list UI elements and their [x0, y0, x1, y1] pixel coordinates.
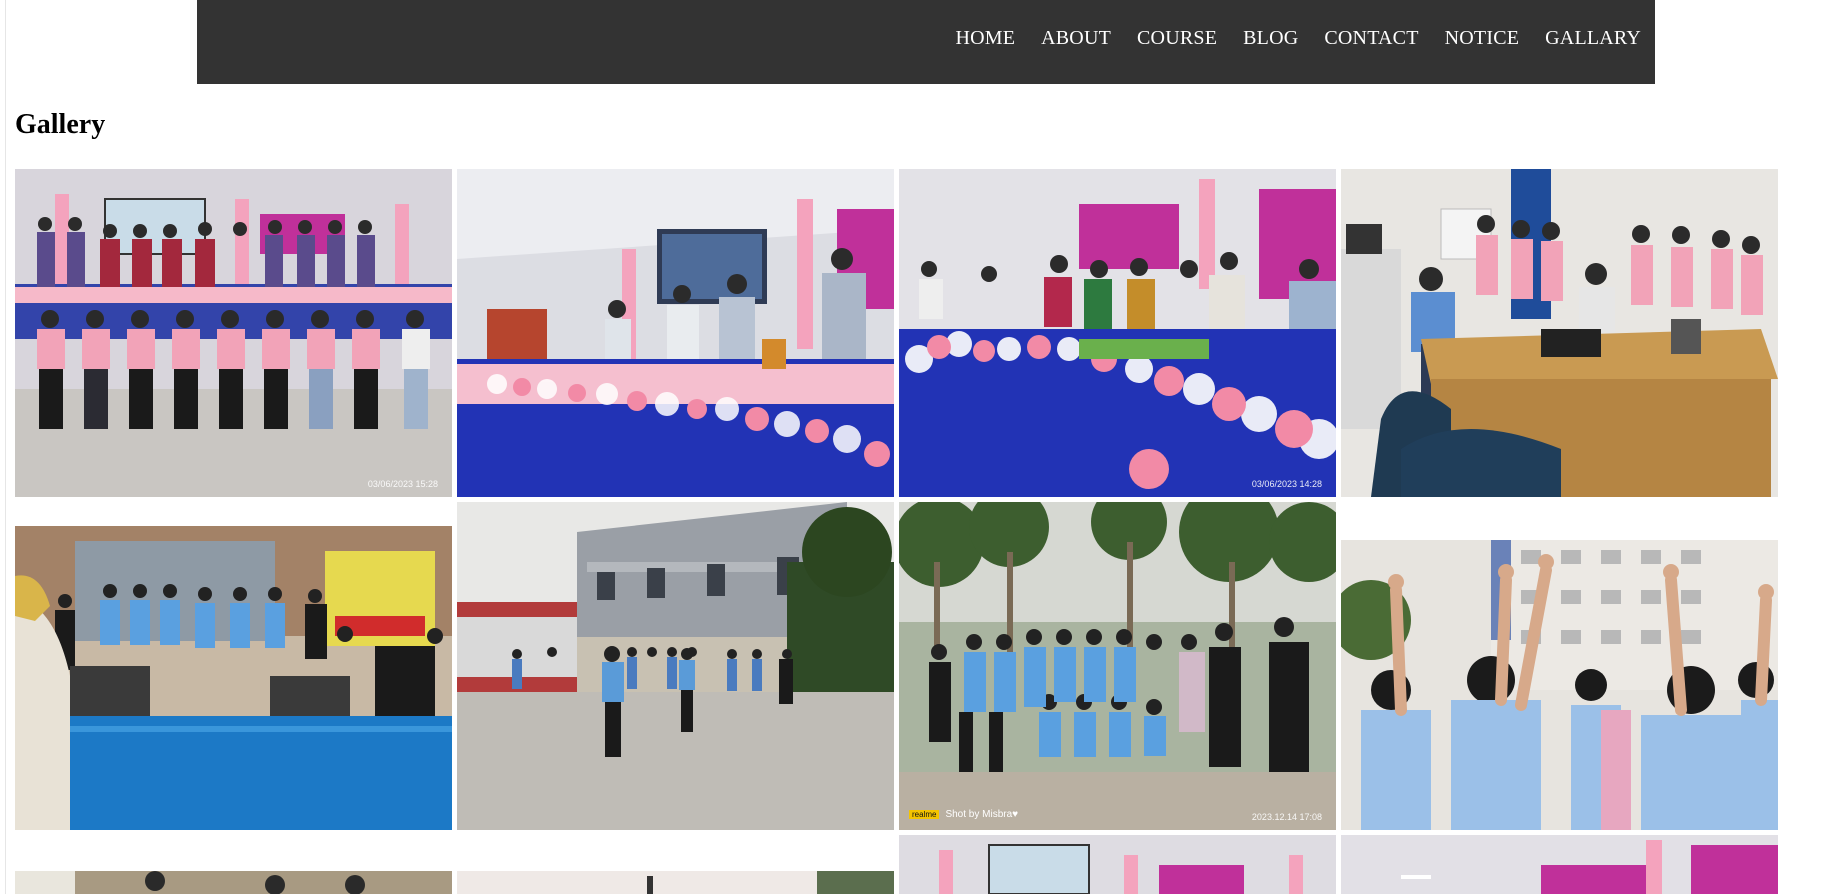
nav-link-home[interactable]: HOME [955, 27, 1015, 50]
page-title: Gallery [15, 109, 106, 140]
gallery-photo-6[interactable] [457, 502, 894, 830]
gallery-photo-8[interactable] [1341, 540, 1778, 830]
gallery-photo-12[interactable] [1341, 835, 1778, 894]
gallery-photo-3[interactable]: 03/06/2023 14:28 [899, 169, 1336, 497]
gallery-photo-7[interactable]: realme Shot by Misbra♥ 2023.12.14 17:08 [899, 502, 1336, 830]
nav-links: HOME ABOUT COURSE BLOG CONTACT NOTICE GA… [955, 27, 1641, 50]
photo-timestamp: 03/06/2023 14:28 [1251, 479, 1322, 489]
page-left-border [5, 0, 6, 894]
nav-link-notice[interactable]: NOTICE [1445, 27, 1520, 50]
gallery-photo-2[interactable] [457, 169, 894, 497]
nav-link-contact[interactable]: CONTACT [1324, 27, 1418, 50]
nav-link-blog[interactable]: BLOG [1243, 27, 1298, 50]
gallery-photo-9[interactable] [15, 871, 452, 894]
photo-timestamp: 2023.12.14 17:08 [1251, 812, 1322, 822]
photo-credit: Shot by Misbra♥ [945, 809, 1019, 820]
photo-timestamp: 03/06/2023 15:28 [367, 479, 438, 489]
gallery-photo-1[interactable]: 03/06/2023 15:28 [15, 169, 452, 497]
nav-link-gallary[interactable]: GALLARY [1545, 27, 1641, 50]
nav-link-about[interactable]: ABOUT [1041, 27, 1111, 50]
camera-brand-tag: realme [909, 810, 940, 819]
photo-camera-watermark: realme Shot by Misbra♥ [909, 809, 1018, 820]
top-navbar: HOME ABOUT COURSE BLOG CONTACT NOTICE GA… [197, 0, 1655, 84]
gallery-photo-11[interactable] [899, 835, 1336, 894]
nav-link-course[interactable]: COURSE [1137, 27, 1217, 50]
gallery-photo-10[interactable] [457, 871, 894, 894]
gallery-photo-4[interactable] [1341, 169, 1778, 497]
gallery-photo-5[interactable] [15, 526, 452, 830]
